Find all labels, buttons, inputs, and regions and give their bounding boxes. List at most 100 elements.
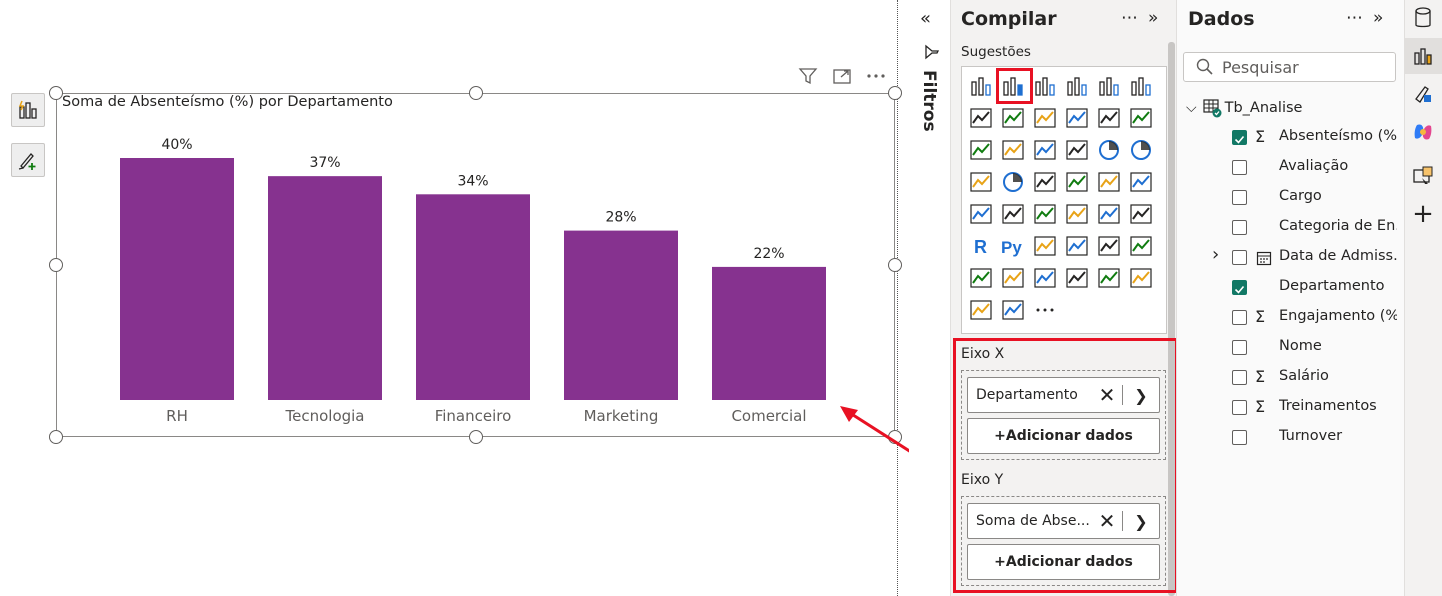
- stacked-column-icon[interactable]: [1064, 73, 1090, 99]
- field-checkbox[interactable]: [1232, 250, 1247, 265]
- format-visual-button[interactable]: [1404, 76, 1442, 112]
- bar-chart[interactable]: 40% RH 37% Tecnologia 34% Financeiro 28% Market…: [56, 93, 896, 438]
- map-icon[interactable]: [1000, 169, 1026, 195]
- line-column-icon[interactable]: [1096, 105, 1122, 131]
- resize-handle-bottom-left[interactable]: [49, 430, 63, 444]
- resize-handle-right[interactable]: [888, 258, 902, 272]
- field-name[interactable]: Nome: [1279, 338, 1397, 354]
- build-visual-button[interactable]: [1404, 38, 1442, 74]
- y-axis-add-data-button[interactable]: +Adicionar dados: [967, 544, 1160, 580]
- treemap-icon[interactable]: [968, 169, 994, 195]
- python-visual-icon[interactable]: Py: [1000, 233, 1026, 259]
- bar-comercial[interactable]: [712, 266, 826, 400]
- azure-map-icon[interactable]: [1096, 169, 1122, 195]
- multirow-card-icon[interactable]: [1000, 201, 1026, 227]
- 100-column-icon[interactable]: [1128, 73, 1154, 99]
- card-icon[interactable]: [968, 201, 994, 227]
- field-name[interactable]: Categoria de En...: [1279, 218, 1397, 234]
- filter-icon[interactable]: [798, 67, 818, 85]
- format-brush-button[interactable]: [11, 143, 45, 177]
- power-automate-visual-icon[interactable]: [1000, 297, 1026, 323]
- table-node[interactable]: ⌵ Tb_Analise: [1186, 96, 1302, 120]
- kpi-icon[interactable]: [1032, 201, 1058, 227]
- field-checkbox[interactable]: [1232, 160, 1247, 175]
- field-checkbox[interactable]: [1232, 340, 1247, 355]
- field-checkbox[interactable]: [1232, 280, 1247, 295]
- qna-icon[interactable]: [1096, 233, 1122, 259]
- field-checkbox[interactable]: [1232, 310, 1247, 325]
- field-name[interactable]: Engajamento (%): [1279, 308, 1397, 324]
- focus-mode-icon[interactable]: [832, 67, 852, 85]
- stacked-area-icon[interactable]: [1032, 105, 1058, 131]
- r-visual-icon[interactable]: R: [968, 233, 994, 259]
- remove-field-icon[interactable]: ✕: [1092, 383, 1122, 407]
- pie-chart-icon[interactable]: [1096, 137, 1122, 163]
- field-checkbox[interactable]: [1232, 130, 1247, 145]
- field-name[interactable]: Departamento: [1279, 278, 1397, 294]
- chevron-down-icon[interactable]: ⌵: [1186, 100, 1197, 116]
- line-stacked-icon[interactable]: [1128, 105, 1154, 131]
- filled-map-icon[interactable]: [1032, 169, 1058, 195]
- expand-filters-icon[interactable]: «: [920, 8, 931, 29]
- copilot-button[interactable]: [1404, 114, 1442, 150]
- field-name[interactable]: Data de Admiss...: [1279, 248, 1397, 264]
- remove-field-icon[interactable]: ✕: [1092, 509, 1122, 533]
- field-name[interactable]: Salário: [1279, 368, 1397, 384]
- collapse-pane-icon[interactable]: »: [1148, 8, 1158, 28]
- field-name[interactable]: Avaliação: [1279, 158, 1397, 174]
- smart-narrative-icon[interactable]: [1128, 233, 1154, 259]
- line-chart-icon[interactable]: [968, 105, 994, 131]
- slicer-icon[interactable]: [1064, 201, 1090, 227]
- table-icon[interactable]: [1096, 201, 1122, 227]
- power-automate-icon[interactable]: [1064, 265, 1090, 291]
- more-visuals-icon[interactable]: [1128, 265, 1154, 291]
- field-checkbox[interactable]: [1232, 220, 1247, 235]
- bar-financeiro[interactable]: [416, 194, 530, 400]
- narrative-icon[interactable]: [1096, 265, 1122, 291]
- resize-handle-top-right[interactable]: [888, 86, 902, 100]
- y-axis-field-pill[interactable]: Soma de Abse... ✕ ❯: [967, 503, 1160, 539]
- add-pane-button[interactable]: +: [1404, 196, 1442, 232]
- shape-map-icon[interactable]: [1064, 169, 1090, 195]
- resize-handle-bottom[interactable]: [469, 430, 483, 444]
- resize-handle-top-left[interactable]: [49, 86, 63, 100]
- decomposition-tree-icon[interactable]: [1064, 233, 1090, 259]
- chevron-right-icon[interactable]: ›: [1212, 244, 1219, 265]
- resize-handle-left[interactable]: [49, 258, 63, 272]
- key-influencers-icon[interactable]: [1032, 233, 1058, 259]
- field-name[interactable]: Cargo: [1279, 188, 1397, 204]
- search-input[interactable]: Pesquisar: [1183, 52, 1396, 82]
- chevron-right-icon[interactable]: ❯: [1123, 386, 1159, 405]
- x-axis-add-data-button[interactable]: +Adicionar dados: [967, 418, 1160, 454]
- power-apps-visual-icon[interactable]: [968, 297, 994, 323]
- resize-handle-top[interactable]: [469, 86, 483, 100]
- collapse-pane-icon[interactable]: »: [1373, 8, 1383, 28]
- clustered-bar-icon[interactable]: [1032, 73, 1058, 99]
- field-name[interactable]: Turnover: [1279, 428, 1397, 444]
- field-name[interactable]: Treinamentos: [1279, 398, 1397, 414]
- more-options-icon[interactable]: ⋯: [1346, 8, 1363, 28]
- matrix-icon[interactable]: [1128, 201, 1154, 227]
- format-visual-button[interactable]: [11, 93, 45, 127]
- bookmark-visual-button[interactable]: [1404, 158, 1442, 194]
- 100-bar-icon[interactable]: [1096, 73, 1122, 99]
- paginated-report-icon[interactable]: [1000, 265, 1026, 291]
- metrics-icon[interactable]: [968, 265, 994, 291]
- more-options-icon[interactable]: ⋯: [1121, 8, 1138, 28]
- data-pane-button[interactable]: [1404, 0, 1442, 36]
- area-chart-icon[interactable]: [1000, 105, 1026, 131]
- more-options-icon[interactable]: [866, 67, 886, 85]
- filters-label[interactable]: Filtros: [919, 70, 939, 132]
- scatter-icon[interactable]: [1064, 137, 1090, 163]
- funnel-icon[interactable]: [1032, 137, 1058, 163]
- x-axis-field-pill[interactable]: Departamento ✕ ❯: [967, 377, 1160, 413]
- waterfall-icon[interactable]: [1000, 137, 1026, 163]
- bar-rh[interactable]: [120, 158, 234, 400]
- field-checkbox[interactable]: [1232, 430, 1247, 445]
- bar-marketing[interactable]: [564, 230, 678, 400]
- field-checkbox[interactable]: [1232, 190, 1247, 205]
- ribbon-chart-icon[interactable]: [968, 137, 994, 163]
- field-checkbox[interactable]: [1232, 400, 1247, 415]
- chevron-right-icon[interactable]: ❯: [1123, 512, 1159, 531]
- ribbon-icon[interactable]: [1064, 105, 1090, 131]
